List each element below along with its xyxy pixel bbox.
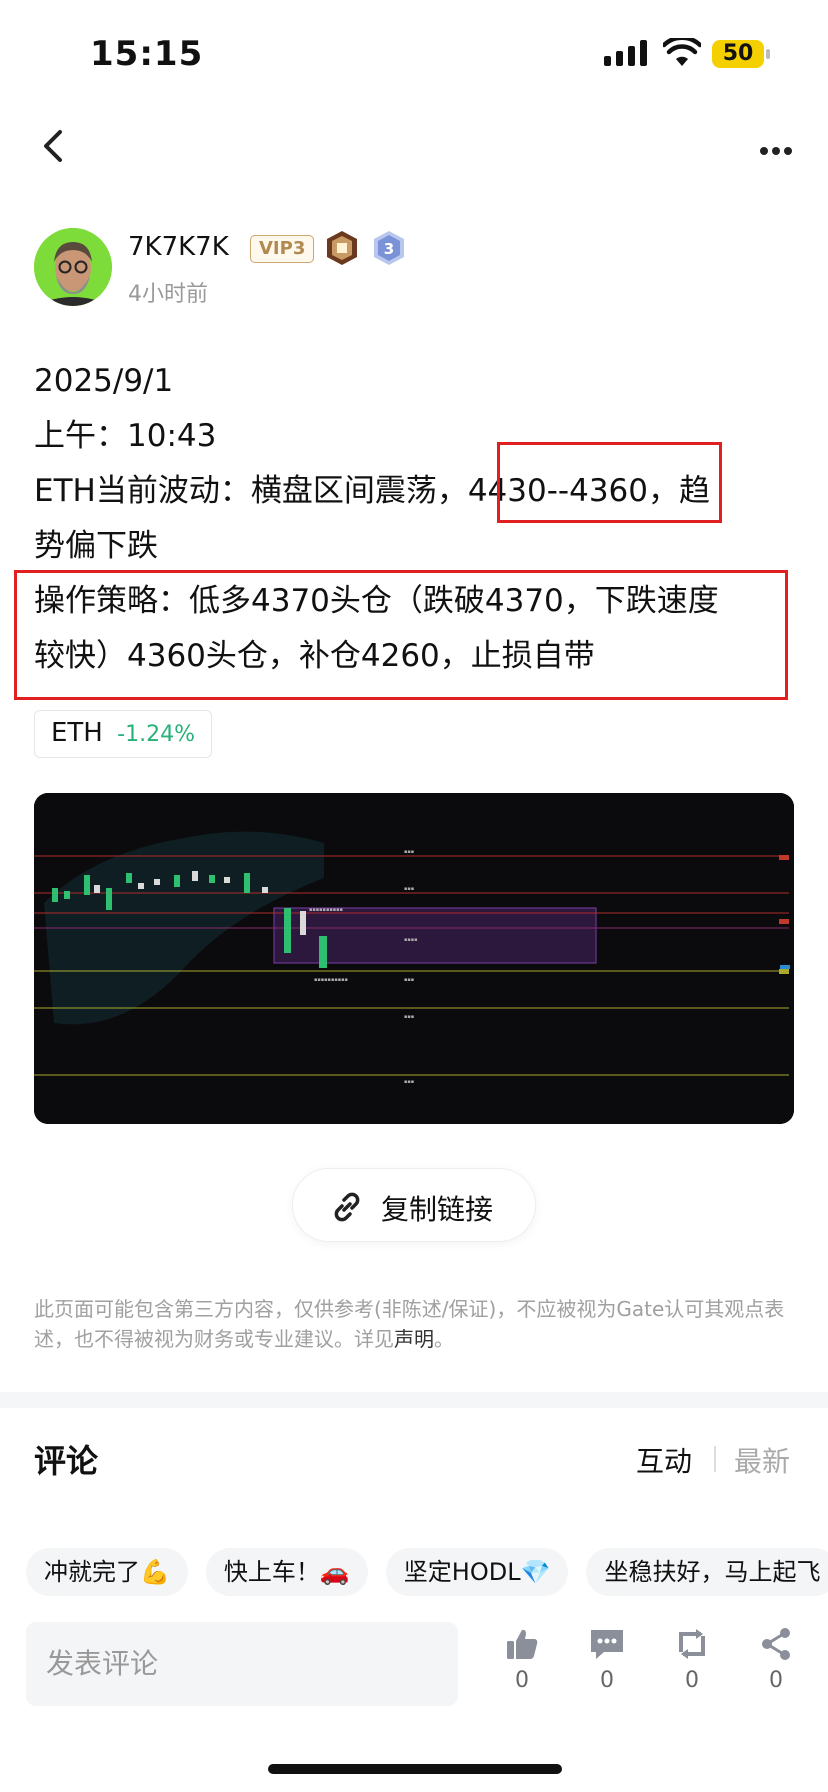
disclaimer: 此页面可能包含第三方内容，仅供参考(非陈述/保证)，不应被视为Gate认可其观点… <box>34 1294 794 1354</box>
status-time: 15:15 <box>90 34 204 74</box>
author-medal-icon <box>327 231 357 265</box>
svg-text:▪▪▪: ▪▪▪ <box>404 1014 414 1020</box>
strategy-highlight-box <box>14 570 788 700</box>
copy-link-label: 复制链接 <box>381 1193 494 1226</box>
svg-text:▪▪▪▪: ▪▪▪▪ <box>404 937 418 943</box>
tab-interactive[interactable]: 互动 <box>636 1440 692 1480</box>
tab-latest[interactable]: 最新 <box>734 1440 790 1480</box>
quick-reply-chip[interactable]: 冲就完了💪 <box>26 1548 188 1596</box>
battery-indicator: 50 <box>712 40 764 68</box>
home-indicator <box>268 1764 562 1774</box>
vip-badge: VIP3 <box>250 235 315 263</box>
coin-change: -1.24% <box>117 722 195 747</box>
author-name[interactable]: 7K7K7K <box>128 232 229 262</box>
link-icon <box>334 1192 360 1222</box>
comment-input[interactable]: 发表评论 <box>26 1622 458 1706</box>
repost-count: 0 <box>685 1668 699 1693</box>
status-bar: 15:15 50 <box>0 0 828 110</box>
quick-reply-list: 冲就完了💪 快上车！🚗 坚定HODL💎 坐稳扶好，马上起飞 <box>26 1548 828 1596</box>
comment-button[interactable]: 0 <box>577 1626 637 1693</box>
signal-icon <box>604 40 648 66</box>
section-divider <box>0 1392 828 1408</box>
battery-tip <box>766 49 770 59</box>
comments-title: 评论 <box>34 1442 99 1480</box>
comment-icon <box>591 1630 623 1659</box>
coin-symbol: ETH <box>51 718 103 748</box>
share-icon <box>762 1628 790 1660</box>
post-line-date: 2025/9/1 <box>34 363 174 399</box>
level-badge-icon: 3 <box>374 231 404 265</box>
level-badge-number: 3 <box>384 240 394 258</box>
svg-text:▪▪▪▪▪▪▪▪▪▪: ▪▪▪▪▪▪▪▪▪▪ <box>309 907 343 913</box>
repost-button[interactable]: 0 <box>662 1626 722 1693</box>
svg-text:▪▪▪: ▪▪▪ <box>404 977 414 983</box>
svg-text:▪▪▪: ▪▪▪ <box>404 886 414 892</box>
post-line-trend: 势偏下跌 <box>34 528 158 564</box>
svg-text:▪▪▪▪▪▪▪▪▪▪: ▪▪▪▪▪▪▪▪▪▪ <box>314 977 348 983</box>
svg-text:▪▪▪: ▪▪▪ <box>404 1079 414 1085</box>
avatar[interactable] <box>34 228 112 306</box>
more-icon[interactable] <box>760 140 800 155</box>
quick-reply-chip[interactable]: 快上车！🚗 <box>205 1548 368 1596</box>
back-icon[interactable] <box>36 126 72 166</box>
like-count: 0 <box>515 1668 529 1693</box>
chart-image[interactable]: ▪▪▪ ▪▪▪ ▪▪▪▪▪▪▪▪▪▪ ▪▪▪▪ ▪▪▪▪▪▪▪▪▪▪ ▪▪▪ ▪▪▪ ▪▪… <box>34 793 794 1124</box>
comment-count: 0 <box>600 1668 614 1693</box>
share-button[interactable]: 0 <box>746 1626 806 1693</box>
wifi-icon <box>663 38 701 66</box>
quick-reply-chip[interactable]: 坚定HODL💎 <box>385 1548 569 1596</box>
share-count: 0 <box>769 1668 783 1693</box>
repost-icon <box>679 1629 705 1659</box>
quick-reply-chip[interactable]: 坐稳扶好，马上起飞 <box>586 1548 828 1596</box>
disclaimer-link[interactable]: 声明 <box>394 1327 434 1351</box>
post-time: 4小时前 <box>128 282 208 307</box>
like-button[interactable]: 0 <box>492 1626 552 1693</box>
tab-separator <box>714 1446 716 1472</box>
copy-link-button[interactable]: 复制链接 <box>292 1168 536 1242</box>
svg-text:▪▪▪: ▪▪▪ <box>404 849 414 855</box>
thumb-up-icon <box>507 1629 538 1659</box>
range-highlight-box <box>497 442 722 523</box>
coin-tag[interactable]: ETH -1.24% <box>34 710 212 758</box>
disclaimer-end: 。 <box>434 1327 454 1351</box>
